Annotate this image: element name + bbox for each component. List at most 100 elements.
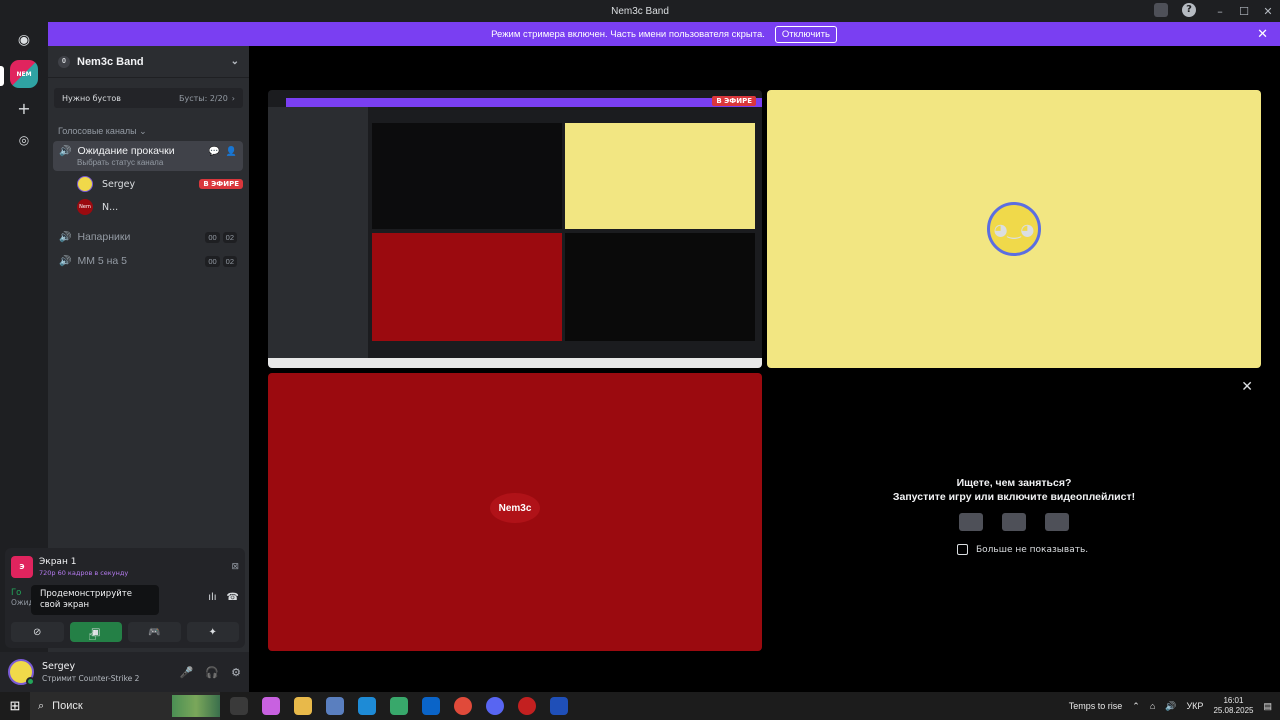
boost-progress[interactable]: Нужно бустов Бусты: 2/20 ›	[54, 88, 243, 108]
gamepad-icon: 🎮	[148, 626, 161, 638]
game-placeholder-icon	[1002, 513, 1026, 531]
banner-close-icon[interactable]: ✕	[1257, 26, 1268, 42]
explore-icon[interactable]: ◎	[10, 126, 38, 154]
game-placeholder-icon	[1045, 513, 1069, 531]
chevron-up-icon[interactable]: ⌃	[1132, 701, 1140, 712]
channel-name: Ожидание прокачки	[77, 145, 175, 157]
voice-channel[interactable]: 🔊 Напарники 00 02	[53, 227, 243, 247]
windows-start-icon[interactable]: ⊞	[0, 698, 30, 714]
screen-title: Экран 1	[39, 557, 77, 567]
avatar: Nem	[77, 199, 93, 215]
member-name: N...	[102, 201, 119, 213]
voice-category-label: Голосовые каналы	[58, 126, 137, 136]
maximize-icon[interactable]: ☐	[1232, 5, 1256, 18]
voice-member[interactable]: Nem N...	[77, 197, 243, 217]
file-explorer-icon[interactable]	[294, 697, 312, 715]
selected-server-pill	[0, 66, 4, 86]
chevron-right-icon: ›	[231, 93, 235, 103]
app-icon[interactable]	[550, 697, 568, 715]
voice-member[interactable]: Sergey В ЭФИРЕ	[77, 174, 243, 194]
edge-icon[interactable]	[358, 697, 376, 715]
gear-icon[interactable]: ⚙	[231, 666, 241, 679]
discord-home-icon[interactable]: ◉	[10, 26, 38, 54]
screen-avatar: Э	[11, 556, 33, 578]
minimize-icon[interactable]: –	[1208, 5, 1232, 18]
notification-icon[interactable]: ▤	[1263, 701, 1272, 712]
channel-status[interactable]: Выбрать статус канала	[77, 158, 163, 167]
system-tray: Temps to rise ⌃ ⌂ 🔊 УКР 16:01 25.08.2025…	[1069, 696, 1280, 716]
stream-tile-nem3c[interactable]: Nem3c	[268, 373, 762, 651]
help-icon[interactable]: ?	[1182, 3, 1196, 17]
server-header[interactable]: 0 Nem3c Band ⌄	[48, 46, 249, 78]
taskbar-search[interactable]: ⌕ Поиск	[30, 692, 220, 720]
voice-actions: ılı ☎	[208, 592, 239, 603]
volume-icon[interactable]: 🔊	[1165, 701, 1176, 712]
task-view-icon[interactable]	[230, 697, 248, 715]
channel-name: MM 5 на 5	[77, 255, 128, 267]
avatar[interactable]	[8, 659, 35, 686]
add-server-icon[interactable]: +	[10, 94, 38, 122]
camera-off-icon: ⊘	[33, 626, 42, 638]
voice-channel[interactable]: 🔊 MM 5 на 5 00 02	[53, 251, 243, 271]
weather-label[interactable]: Temps to rise	[1069, 701, 1123, 711]
stream-tile-sergey[interactable]: ◕‿◕	[767, 90, 1261, 368]
speaker-icon: 🔊	[59, 255, 72, 267]
user-activity: Стримит Counter-Strike 2	[42, 674, 140, 683]
headphones-icon[interactable]: 🎧	[205, 666, 219, 679]
app-icon[interactable]	[518, 697, 536, 715]
server-icon-nem3c[interactable]: NEM	[10, 60, 38, 88]
discord-taskbar-icon[interactable]	[486, 697, 504, 715]
user-bar: Sergey Стримит Counter-Strike 2 🎤 🎧 ⚙	[0, 652, 249, 692]
camera-off-button[interactable]: ⊘	[11, 622, 64, 642]
outlook-icon[interactable]	[422, 697, 440, 715]
user-name: Sergey	[42, 661, 76, 672]
channel-counts: 00 02	[205, 231, 237, 243]
mini-sidebar	[268, 107, 368, 359]
close-window-icon[interactable]: ✕	[1256, 5, 1280, 18]
chevron-down-icon: ⌄	[230, 56, 239, 67]
store-icon[interactable]	[390, 697, 408, 715]
clock[interactable]: 16:01 25.08.2025	[1213, 696, 1253, 716]
close-icon[interactable]: ✕	[1241, 379, 1253, 395]
voice-channel-active[interactable]: 🔊 Ожидание прокачки Выбрать статус канал…	[53, 141, 243, 171]
nem3c-logo: Nem3c	[490, 493, 540, 523]
search-icon: ⌕	[38, 699, 45, 712]
add-member-icon[interactable]: 👤	[226, 146, 237, 157]
disconnect-icon[interactable]: ☎	[227, 592, 239, 603]
disable-streamer-mode-button[interactable]: Отключить	[774, 25, 837, 43]
chevron-down-icon: ⌄	[139, 126, 147, 136]
network-icon[interactable]: ⌂	[1150, 701, 1155, 711]
mouse-cursor-icon: ☝	[88, 628, 97, 644]
user-controls: 🎤 🎧 ⚙	[180, 666, 241, 679]
calculator-icon[interactable]	[326, 697, 344, 715]
language-label[interactable]: УКР	[1186, 701, 1203, 711]
inbox-icon[interactable]	[1154, 3, 1168, 17]
sound-wave-icon[interactable]: ılı	[208, 592, 216, 603]
activity-prompt-tile: ✕ Ищете, чем заняться? Запустите игру ил…	[767, 373, 1261, 651]
stream-tile-screen[interactable]: В ЭФИРЕ	[268, 90, 762, 368]
count-a: 00	[205, 255, 220, 267]
search-label: Поиск	[52, 700, 83, 712]
channel-actions: 💬 👤	[209, 146, 237, 157]
stream-action-row: ⊘ ▣ 🎮 ✦	[5, 622, 245, 642]
soundboard-icon: ✦	[208, 626, 217, 638]
voice-category[interactable]: Голосовые каналы ⌄	[48, 126, 249, 137]
stop-stream-icon[interactable]: ⊠	[231, 562, 239, 572]
chrome-icon[interactable]	[454, 697, 472, 715]
count-b: 02	[222, 255, 237, 267]
avatar	[77, 176, 93, 192]
chat-icon[interactable]: 💬	[209, 146, 220, 157]
dont-show-checkbox[interactable]: Больше не показывать.	[957, 544, 1088, 555]
channel-name: Напарники	[77, 231, 131, 243]
tooltip: Продемонстрируйте свой экран	[31, 585, 159, 615]
activities-button[interactable]: 🎮	[128, 622, 181, 642]
prompt-subtitle: Запустите игру или включите видеоплейлис…	[892, 491, 1136, 503]
streamer-mode-banner: Режим стримера включен. Часть имени поль…	[48, 22, 1280, 46]
microphone-icon[interactable]: 🎤	[180, 666, 194, 679]
mini-tile	[565, 233, 755, 341]
soundboard-button[interactable]: ✦	[186, 622, 239, 642]
mini-tile	[372, 233, 562, 341]
screen-share-row: Э Экран 1 720p 60 кадров в секунду ⊠	[5, 548, 245, 578]
prompt-title: Ищете, чем заняться?	[956, 477, 1072, 489]
copilot-icon[interactable]	[262, 697, 280, 715]
